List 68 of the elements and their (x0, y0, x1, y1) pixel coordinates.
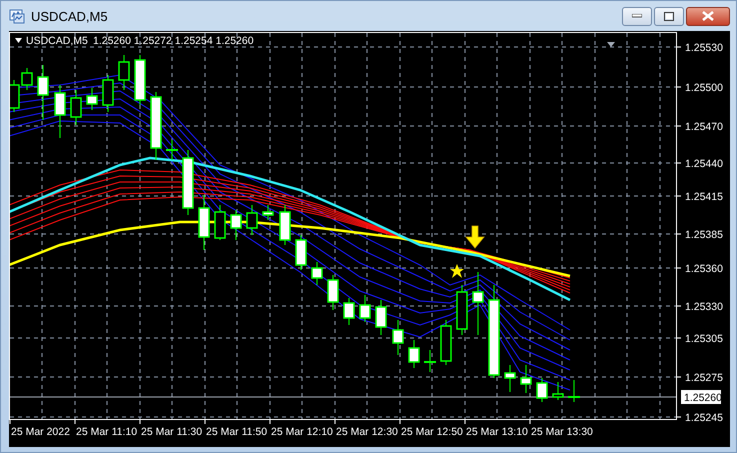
candle (118, 54, 130, 90)
candle (150, 92, 162, 160)
candle (359, 294, 371, 322)
arrow-down-icon (465, 226, 485, 249)
candle (536, 378, 548, 402)
window-title: USDCAD,M5 (31, 8, 108, 24)
time-axis-label: 25 Mar 11:10 (76, 426, 138, 438)
candle (520, 364, 532, 394)
minimize-button[interactable] (622, 6, 652, 26)
time-axis-label: 25 Mar 12:50 (401, 426, 463, 438)
price-axis-label: 1.25305 (685, 333, 723, 345)
price-axis-label: 1.25415 (685, 191, 723, 203)
candle (70, 90, 82, 126)
candle (424, 350, 436, 372)
price-axis-label: 1.25245 (685, 412, 723, 424)
price-axis-label: 1.25470 (685, 121, 723, 133)
candle (456, 284, 468, 336)
star-icon (450, 264, 464, 278)
candle (472, 272, 484, 336)
candle (86, 88, 98, 110)
candle (102, 74, 114, 112)
time-axis-label: 25 Mar 2022 (11, 426, 70, 438)
price-axis-label: 1.25385 (685, 229, 723, 241)
candle (311, 262, 323, 286)
current-price-label: 1.25260 (681, 390, 722, 404)
candle (295, 234, 307, 270)
price-axis-label: 1.25275 (685, 372, 723, 384)
close-icon (702, 11, 714, 21)
quote-values: 1.25260 1.25272 1.25254 1.25260 (93, 35, 254, 47)
price-axis-label: 1.25440 (685, 158, 723, 170)
candle (392, 320, 404, 356)
dropdown-triangle-icon[interactable] (15, 38, 22, 43)
candle (37, 64, 49, 120)
time-axis-label: 25 Mar 12:30 (336, 426, 398, 438)
candle (54, 84, 66, 138)
candle (198, 194, 210, 250)
candle (214, 204, 226, 240)
candle (279, 204, 291, 246)
candle (182, 150, 194, 216)
symbol-label: USDCAD,M5 (26, 35, 88, 47)
candle (343, 298, 355, 326)
close-button[interactable] (686, 6, 730, 26)
time-axis-label: 25 Mar 13:10 (466, 426, 528, 438)
candle (230, 210, 242, 240)
chart-icon (9, 8, 25, 24)
candle (504, 364, 516, 392)
candle (408, 340, 420, 368)
shift-marker-icon (607, 42, 615, 47)
price-axis-label: 1.25360 (685, 263, 723, 275)
time-axis-label: 25 Mar 11:30 (141, 426, 202, 438)
time-axis-label: 25 Mar 12:10 (271, 426, 333, 438)
candle (166, 140, 178, 160)
candle (552, 382, 564, 400)
candle (134, 54, 146, 106)
candle (375, 300, 387, 336)
minimize-icon (632, 14, 642, 18)
price-axis-label: 1.25330 (685, 301, 723, 313)
maximize-icon (664, 12, 674, 20)
price-axis-label: 1.25500 (685, 82, 723, 94)
candle (262, 204, 274, 220)
candle (246, 204, 258, 236)
candle (327, 274, 339, 310)
maximize-button[interactable] (654, 6, 684, 26)
time-axis-label: 25 Mar 13:30 (531, 426, 593, 438)
price-axis-label: 1.25530 (685, 42, 723, 54)
candle (568, 380, 580, 402)
time-axis-label: 25 Mar 11:50 (206, 426, 268, 438)
candle (440, 320, 452, 366)
